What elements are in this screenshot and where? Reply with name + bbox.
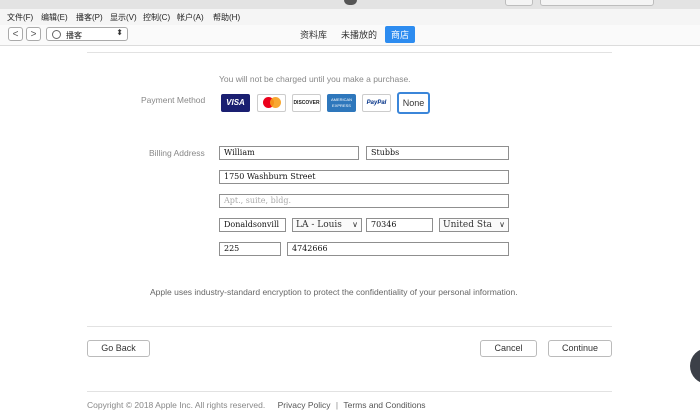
tab-store[interactable]: 商店 bbox=[385, 26, 416, 43]
paypal-option[interactable]: PayPal bbox=[362, 94, 391, 112]
menu-account[interactable]: 帐户(A) bbox=[177, 12, 204, 23]
chevron-down-icon: ∨ bbox=[499, 220, 505, 229]
terms-link[interactable]: Terms and Conditions bbox=[343, 400, 425, 410]
charge-notice: You will not be charged until you make a… bbox=[219, 74, 411, 84]
encryption-note: Apple uses industry-standard encryption … bbox=[150, 287, 518, 297]
tab-unplayed[interactable]: 未播放的 bbox=[341, 28, 377, 41]
menu-help[interactable]: 帮助(H) bbox=[213, 12, 240, 23]
visa-card-option[interactable]: VISA bbox=[221, 94, 250, 112]
payment-method-label: Payment Method bbox=[141, 95, 206, 105]
first-name-field[interactable]: William bbox=[219, 146, 359, 160]
country-select[interactable]: United Sta ∨ bbox=[439, 218, 509, 232]
library-select[interactable]: 播客 ⬍ bbox=[46, 27, 128, 41]
apple-logo-icon bbox=[344, 0, 357, 5]
none-payment-option[interactable]: None bbox=[397, 92, 430, 114]
go-back-button[interactable]: Go Back bbox=[87, 340, 150, 357]
billing-address-label: Billing Address bbox=[149, 148, 205, 158]
copyright-text: Copyright © 2018 Apple Inc. All rights r… bbox=[87, 400, 266, 410]
menu-controls[interactable]: 控制(C) bbox=[143, 12, 170, 23]
floating-circle-button[interactable] bbox=[690, 348, 700, 384]
menu-view[interactable]: 显示(V) bbox=[110, 12, 137, 23]
menu-edit[interactable]: 编辑(E) bbox=[41, 12, 68, 23]
zip-field[interactable]: 70346 bbox=[366, 218, 433, 232]
menu-podcast[interactable]: 播客(P) bbox=[76, 12, 103, 23]
forward-button[interactable]: > bbox=[26, 27, 41, 41]
window-title-bar bbox=[0, 0, 700, 9]
phone-field[interactable]: 4742666 bbox=[287, 242, 509, 256]
search-box[interactable] bbox=[540, 0, 654, 6]
apt-suite-field[interactable]: Apt., suite, bldg. bbox=[219, 194, 509, 208]
discover-card-option[interactable]: DISCOVER bbox=[292, 94, 321, 112]
footer: Copyright © 2018 Apple Inc. All rights r… bbox=[87, 400, 426, 410]
continue-button[interactable]: Continue bbox=[548, 340, 612, 357]
divider bbox=[87, 52, 612, 53]
area-code-field[interactable]: 225 bbox=[219, 242, 281, 256]
street-field[interactable]: 1750 Washburn Street bbox=[219, 170, 509, 184]
up-down-chevron-icon: ⬍ bbox=[116, 28, 123, 37]
footer-separator: | bbox=[335, 400, 339, 410]
view-toggle-button[interactable] bbox=[505, 0, 533, 6]
divider bbox=[87, 391, 612, 392]
state-select[interactable]: LA - Louis ∨ bbox=[292, 218, 362, 232]
nav-bar: < > 播客 ⬍ 资料库 未播放的 商店 bbox=[0, 25, 700, 46]
amex-card-option[interactable]: AMERICAN EXPRESS bbox=[327, 94, 356, 112]
cancel-button[interactable]: Cancel bbox=[480, 340, 537, 357]
tab-library[interactable]: 资料库 bbox=[300, 28, 327, 41]
podcast-icon bbox=[52, 30, 61, 39]
menu-bar: 文件(F) 编辑(E) 播客(P) 显示(V) 控制(C) 帐户(A) 帮助(H… bbox=[0, 9, 700, 25]
chevron-down-icon: ∨ bbox=[352, 220, 358, 229]
divider bbox=[87, 326, 612, 327]
privacy-policy-link[interactable]: Privacy Policy bbox=[278, 400, 331, 410]
menu-file[interactable]: 文件(F) bbox=[7, 12, 33, 23]
mastercard-option[interactable] bbox=[257, 94, 286, 112]
last-name-field[interactable]: Stubbs bbox=[366, 146, 509, 160]
city-field[interactable]: Donaldsonvill bbox=[219, 218, 286, 232]
back-button[interactable]: < bbox=[8, 27, 23, 41]
